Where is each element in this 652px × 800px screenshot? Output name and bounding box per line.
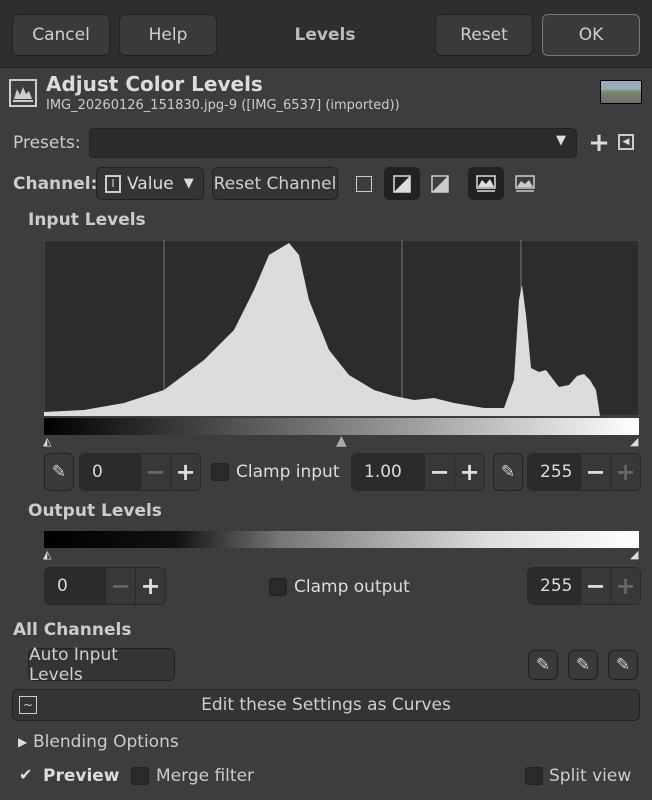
input-high-spinner[interactable]: 255− +: [527, 453, 641, 491]
linear-histogram-icon[interactable]: [356, 176, 372, 192]
histogram: [44, 240, 639, 416]
channel-label: Channel:: [13, 174, 98, 194]
input-low-value[interactable]: 0: [80, 454, 140, 490]
auto-input-levels-button[interactable]: Auto Input Levels: [28, 645, 175, 685]
input-low-spinner[interactable]: 0− +: [79, 453, 201, 491]
increment-icon[interactable]: +: [170, 454, 200, 490]
output-white-slider-handle[interactable]: ◢: [630, 548, 638, 561]
eyedropper-black-icon: ✎: [51, 462, 67, 482]
pick-gray-point-button[interactable]: ✎: [568, 650, 598, 680]
log-histogram-button[interactable]: [384, 167, 420, 200]
preset-menu-icon[interactable]: ◀: [618, 134, 634, 150]
channel-dropdown[interactable]: I Value ▼: [96, 167, 204, 200]
preview-checkbox[interactable]: ✔: [19, 766, 37, 784]
edit-as-curves-button[interactable]: ~ Edit these Settings as Curves: [12, 689, 640, 721]
histogram-view-icon: [476, 174, 496, 192]
decrement-icon[interactable]: −: [105, 568, 135, 604]
add-preset-icon[interactable]: +: [588, 128, 610, 158]
output-gradient: [44, 531, 639, 548]
decrement-icon[interactable]: −: [580, 568, 610, 604]
dialog-heading: Adjust Color Levels: [46, 72, 263, 96]
input-black-slider-handle[interactable]: ◭: [43, 435, 51, 448]
decrement-icon[interactable]: −: [424, 454, 454, 490]
output-high-value[interactable]: 255: [528, 568, 580, 604]
input-gamma-value[interactable]: 1.00: [352, 454, 424, 490]
log-histogram-icon: [393, 174, 411, 193]
increment-icon[interactable]: +: [610, 568, 640, 604]
levels-icon: [9, 79, 37, 107]
curves-icon: ~: [19, 696, 37, 714]
curve-histogram-icon[interactable]: [430, 174, 450, 194]
output-black-slider-handle[interactable]: ◭: [43, 548, 51, 561]
image-thumbnail: [600, 80, 642, 104]
split-view-checkbox[interactable]: [525, 767, 543, 785]
eyedropper-gray-icon: ✎: [575, 655, 591, 675]
input-gamma-slider-handle[interactable]: ▲: [336, 433, 347, 449]
output-levels-heading: Output Levels: [28, 501, 162, 521]
expander-arrow-icon[interactable]: ▶: [18, 735, 27, 749]
clamp-output-label: Clamp output: [294, 577, 410, 597]
pick-white-point-button[interactable]: ✎: [608, 650, 638, 680]
merge-filter-label: Merge filter: [156, 766, 255, 786]
output-low-spinner[interactable]: 0− +: [44, 567, 166, 605]
increment-icon[interactable]: +: [135, 568, 165, 604]
blending-options-expander[interactable]: Blending Options: [33, 732, 179, 752]
increment-icon[interactable]: +: [610, 454, 640, 490]
channel-value: Value: [127, 173, 174, 194]
reset-channel-button[interactable]: Reset Channel: [212, 167, 338, 200]
presets-label: Presets:: [13, 133, 81, 153]
pick-black-point-button[interactable]: ✎: [528, 650, 558, 680]
histogram-view-button[interactable]: [468, 167, 504, 200]
preview-label: Preview: [43, 766, 120, 786]
clamp-input-checkbox[interactable]: [211, 463, 229, 481]
edit-as-curves-label: Edit these Settings as Curves: [201, 695, 451, 715]
decrement-icon[interactable]: −: [580, 454, 610, 490]
output-high-spinner[interactable]: 255− +: [527, 567, 641, 605]
input-gamma-spinner[interactable]: 1.00− +: [351, 453, 485, 491]
header-bar: Cancel Help Levels Reset OK: [0, 0, 652, 68]
all-channels-heading: All Channels: [13, 620, 132, 640]
black-point-picker[interactable]: ✎: [44, 453, 74, 491]
input-levels-heading: Input Levels: [28, 210, 146, 230]
eyedropper-white-icon: ✎: [615, 655, 631, 675]
increment-icon[interactable]: +: [454, 454, 484, 490]
split-view-label: Split view: [549, 766, 632, 786]
dialog-title: Levels: [294, 25, 356, 45]
ok-button[interactable]: OK: [542, 14, 640, 56]
value-channel-icon: I: [105, 174, 121, 193]
image-subtitle: IMG_20260126_151830.jpg-9 ([IMG_6537] (i…: [46, 98, 400, 113]
input-white-slider-handle[interactable]: ◢: [630, 435, 638, 448]
output-low-value[interactable]: 0: [45, 568, 105, 604]
clamp-input-label: Clamp input: [236, 462, 340, 482]
eyedropper-black-icon: ✎: [535, 655, 551, 675]
eyedropper-white-icon: ✎: [500, 462, 516, 482]
decrement-icon[interactable]: −: [140, 454, 170, 490]
reset-button[interactable]: Reset: [435, 14, 533, 56]
chevron-down-icon: ▼: [556, 133, 566, 148]
help-button[interactable]: Help: [119, 14, 217, 56]
presets-dropdown[interactable]: ▼: [89, 128, 577, 158]
histogram-alt-icon[interactable]: [514, 174, 536, 194]
cancel-button[interactable]: Cancel: [12, 14, 110, 56]
clamp-output-checkbox[interactable]: [269, 578, 287, 596]
white-point-picker[interactable]: ✎: [493, 453, 523, 491]
merge-filter-checkbox[interactable]: [131, 767, 149, 785]
chevron-down-icon: ▼: [183, 176, 194, 191]
input-high-value[interactable]: 255: [528, 454, 580, 490]
